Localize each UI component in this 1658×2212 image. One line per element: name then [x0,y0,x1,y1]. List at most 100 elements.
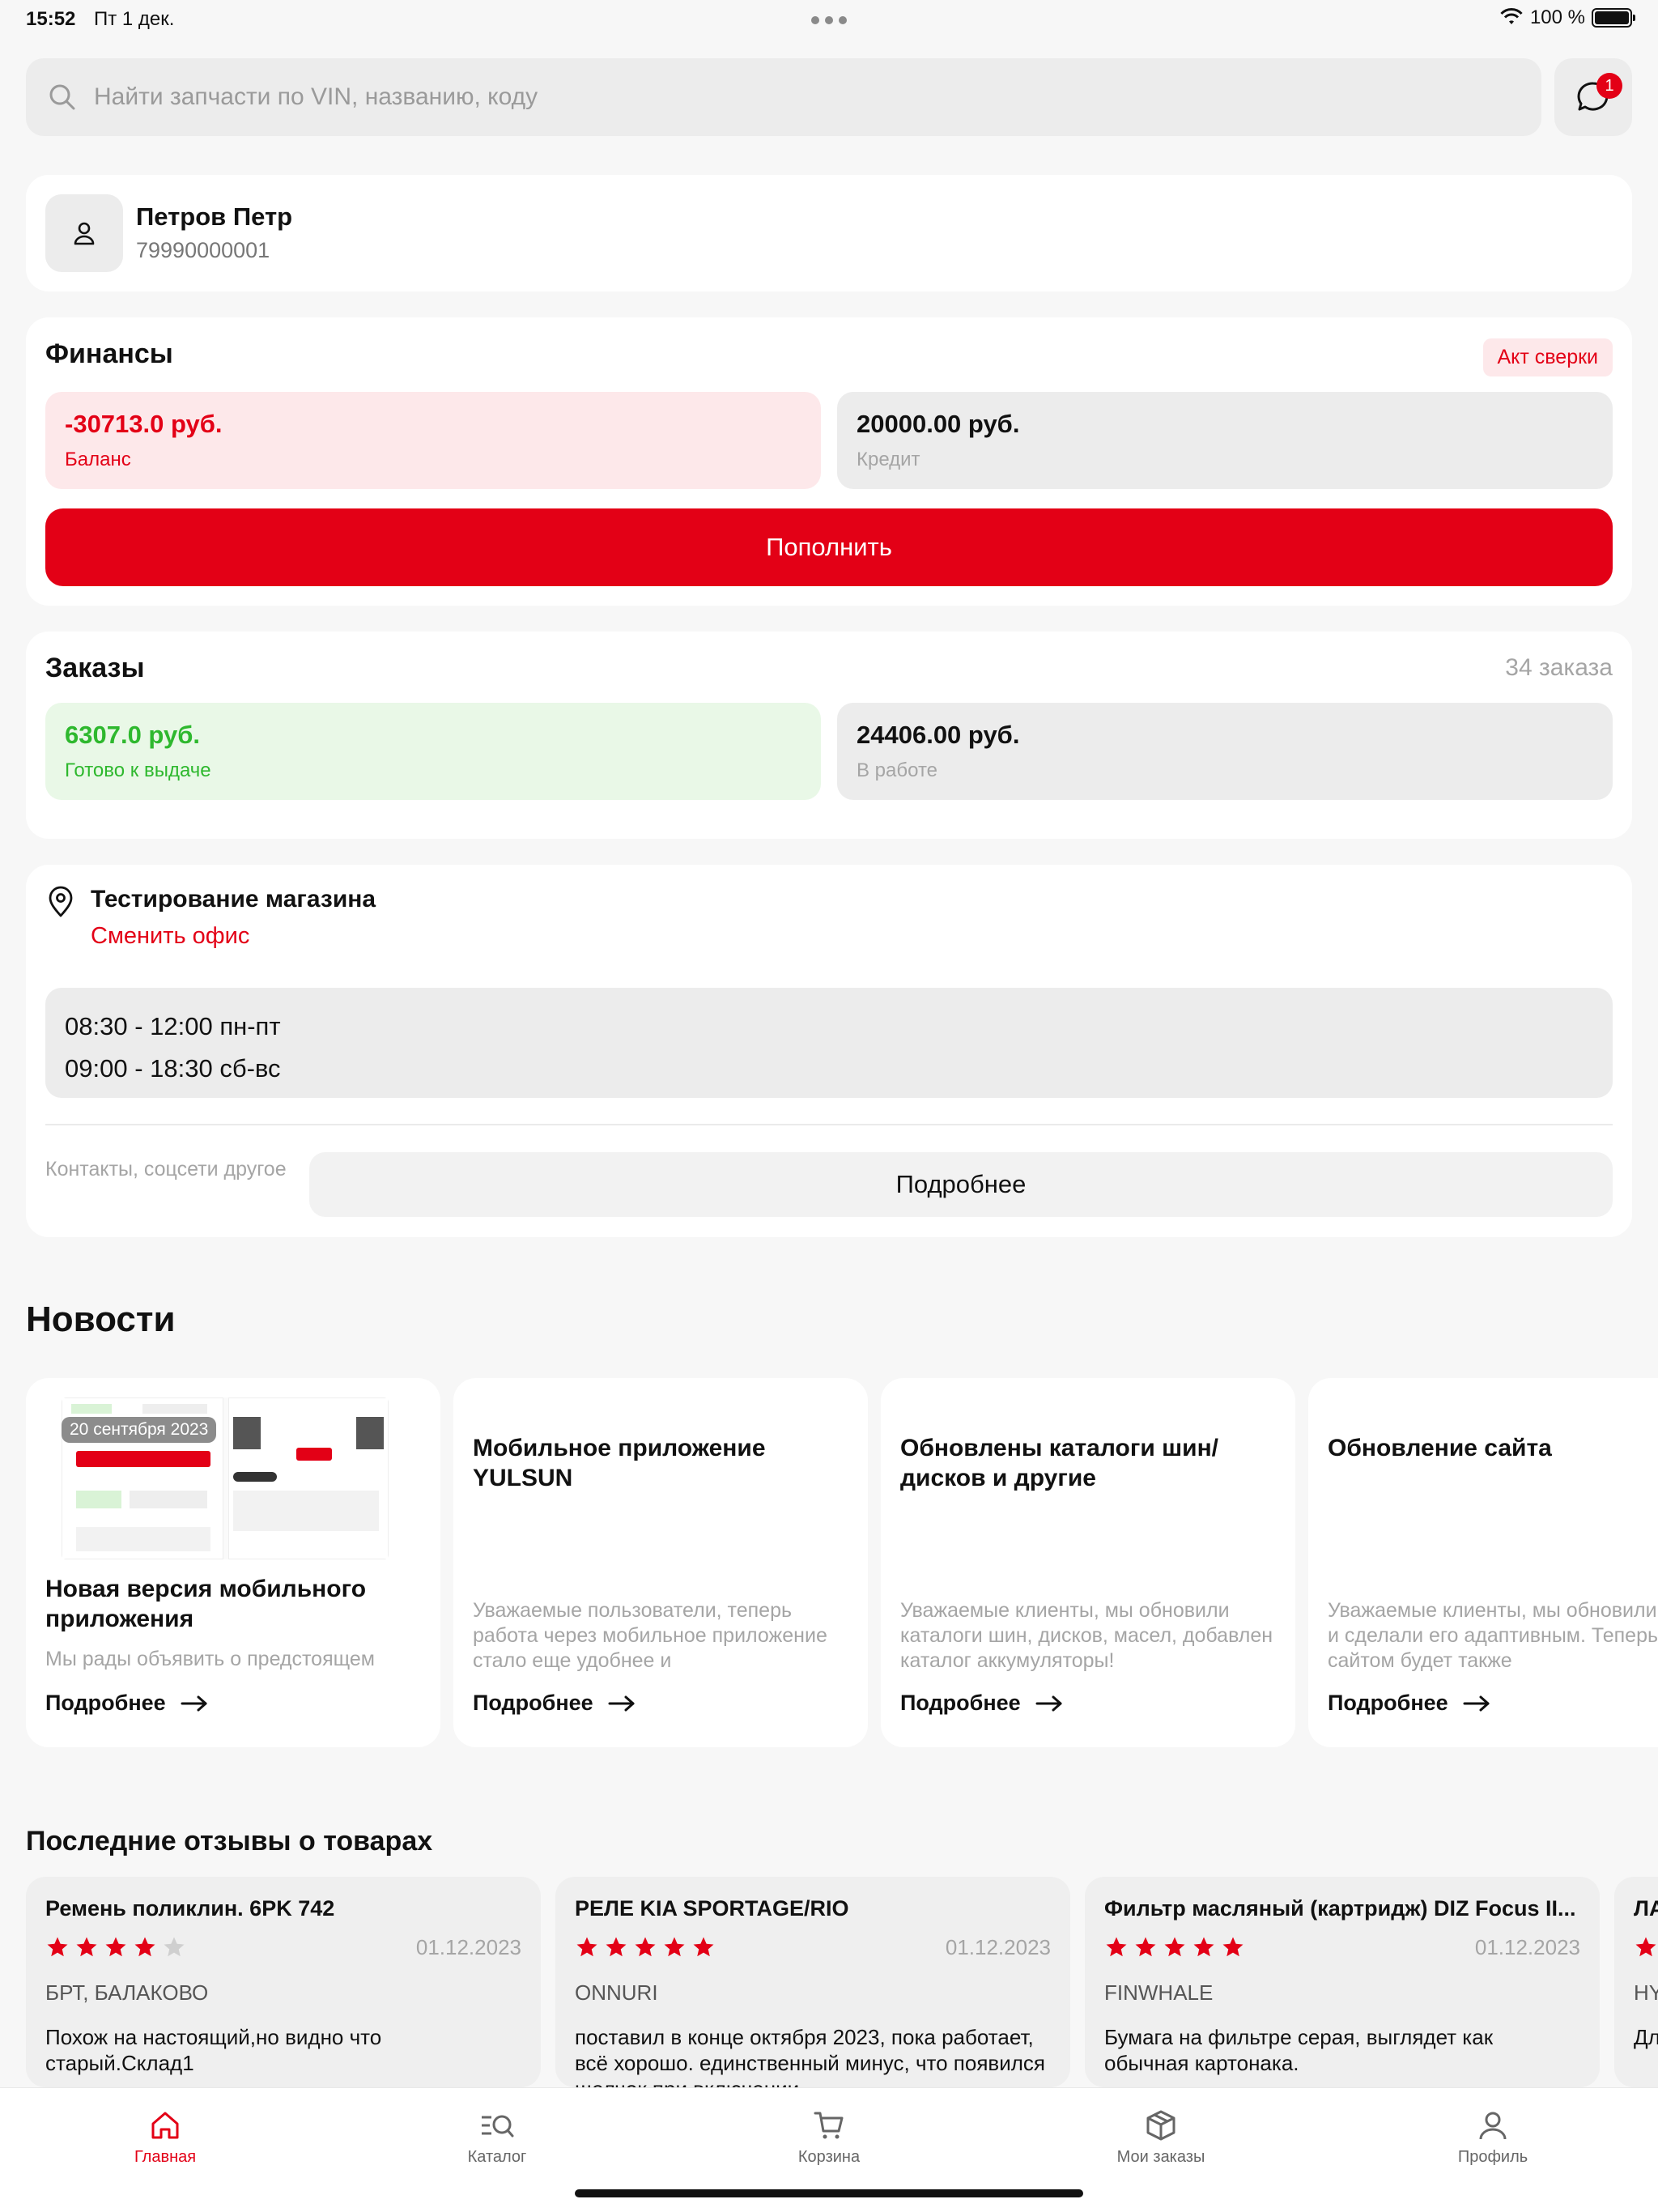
cart-icon [814,2112,844,2139]
finance-title: Финансы [45,338,173,369]
reviews-section-title: Последние отзывы о товарах [26,1826,433,1857]
review-text: Дл 20 [1634,2025,1658,2049]
star-icon [1222,1937,1244,1957]
news-title: Новая версия мобильного приложения [45,1576,367,1632]
star-icon [606,1937,627,1957]
news-excerpt: Мы рады объявить о предстоящем [45,1648,375,1670]
news-more-link[interactable]: Подробнее [45,1691,208,1716]
news-more-label: Подробнее [900,1691,1021,1715]
office-details-button[interactable]: Подробнее [309,1152,1613,1217]
office-card: Тестирование магазина Сменить офис 08:30… [26,865,1632,1237]
change-office-link[interactable]: Сменить офис [91,923,249,950]
hours-weekend: 09:00 - 18:30 сб-вс [65,1054,281,1083]
reviews-carousel[interactable]: Ремень поликлин. 6PK 742 01.12.2023 БРТ,… [26,1877,1658,2087]
divider [45,1124,1613,1125]
star-icon [576,1937,597,1957]
tab-label: Мои заказы [1116,2148,1205,2166]
search-icon [49,84,75,110]
tab-catalog[interactable]: Каталог [416,2106,578,2167]
topup-button[interactable]: Пополнить [45,508,1613,586]
review-brand: БРТ, БАЛАКОВО [45,1980,209,2005]
tab-label: Корзина [797,2148,861,2166]
news-card[interactable]: Обновлены каталоги шин/дисков и другие У… [881,1378,1295,1747]
news-more-label: Подробнее [473,1691,593,1715]
in-work-amount: 24406.00 руб. [857,721,1020,749]
star-icon [47,1937,68,1957]
notification-badge: 1 [1596,73,1622,99]
orders-card[interactable]: Заказы 34 заказа 6307.0 руб. Готово к вы… [26,632,1632,839]
rating-stars [1104,1935,1245,1959]
star-icon [664,1937,685,1957]
wifi-icon [1500,8,1523,24]
contacts-caption: Контакты, соцсети другое [45,1158,287,1180]
news-excerpt: Уважаемые клиенты, мы обновили сайт и сд… [1328,1599,1658,1672]
orders-count: 34 заказа [1505,654,1613,681]
news-excerpt: Уважаемые клиенты, мы обновили каталоги … [900,1599,1273,1672]
user-name: Петров Петр [136,202,293,231]
in-work-tile[interactable]: 24406.00 руб. В работе [837,703,1613,800]
ready-amount: 6307.0 руб. [65,721,200,749]
news-section-title: Новости [26,1300,176,1339]
rating-stars [575,1935,716,1959]
credit-label: Кредит [857,449,920,470]
tab-profile[interactable]: Профиль [1412,2106,1574,2167]
status-time: 15:52 [26,8,76,30]
review-card[interactable]: Фильтр масляный (картридж) DIZ Focus II.… [1085,1877,1600,2087]
review-text: Бумага на фильтре серая, выглядет как об… [1104,2025,1494,2075]
search-input[interactable] [94,83,1470,111]
chat-button[interactable]: 1 [1554,58,1632,136]
star-icon [693,1937,714,1957]
balance-label: Баланс [65,449,131,470]
news-card[interactable]: 20 сентября 2023 Новая версия мобильного… [26,1378,440,1747]
ready-tile[interactable]: 6307.0 руб. Готово к выдаче [45,703,821,800]
arrow-right-icon [1463,1695,1490,1711]
news-title: Мобильное приложение YULSUN [473,1435,766,1491]
news-more-link[interactable]: Подробнее [1328,1691,1490,1716]
tab-cart[interactable]: Корзина [748,2106,910,2167]
tab-label: Главная [134,2148,197,2166]
tab-home[interactable]: Главная [84,2106,246,2167]
tab-my-orders[interactable]: Мои заказы [1080,2106,1242,2167]
rating-stars [45,1935,186,1959]
avatar [45,194,123,272]
review-card[interactable]: ЛА HY Дл 20 [1614,1877,1658,2087]
review-product: ЛА [1634,1896,1658,1921]
news-title: Обновление сайта [1328,1435,1552,1461]
news-carousel[interactable]: 20 сентября 2023 Новая версия мобильного… [26,1378,1658,1749]
news-card[interactable]: Обновление сайта Уважаемые клиенты, мы о… [1308,1378,1658,1747]
hours-weekdays: 08:30 - 12:00 пн-пт [65,1012,281,1040]
news-card[interactable]: Мобильное приложение YULSUN Уважаемые по… [453,1378,868,1747]
search-bar[interactable] [26,58,1541,136]
credit-amount: 20000.00 руб. [857,410,1020,438]
star-icon [1164,1937,1185,1957]
status-date: Пт 1 дек. [94,8,175,30]
balance-tile: -30713.0 руб. Баланс [45,392,821,489]
review-card[interactable]: Ремень поликлин. 6PK 742 01.12.2023 БРТ,… [26,1877,541,2087]
review-date: 01.12.2023 [415,1935,521,1959]
catalog-search-icon [482,2115,514,2138]
home-indicator[interactable] [575,2189,1083,2197]
profile-icon [1479,2112,1507,2140]
review-brand: ONNURI [575,1980,658,2005]
user-icon [74,222,95,245]
news-more-link[interactable]: Подробнее [900,1691,1063,1716]
review-product: РЕЛЕ KIA SPORTAGE/RIO [575,1896,849,1921]
tab-label: Профиль [1457,2148,1528,2166]
user-card[interactable]: Петров Петр 79990000001 [26,175,1632,291]
news-excerpt: Уважаемые пользователи, теперь работа че… [473,1599,827,1672]
star-icon [134,1937,155,1957]
credit-tile: 20000.00 руб. Кредит [837,392,1613,489]
orders-title: Заказы [45,653,145,683]
box-icon [1146,2110,1175,2141]
office-name: Тестирование магазина [91,886,376,912]
multitasking-dots-icon[interactable] [811,16,847,24]
star-icon [76,1937,97,1957]
battery-percent: 100 % [1529,6,1585,28]
review-product: Ремень поликлин. 6PK 742 [45,1896,335,1921]
reconciliation-act-button[interactable]: Акт сверки [1482,338,1613,376]
status-bar: 15:52 Пт 1 дек. 100 % [0,0,1658,40]
review-card[interactable]: РЕЛЕ KIA SPORTAGE/RIO 01.12.2023 ONNURI … [555,1877,1070,2087]
review-date: 01.12.2023 [945,1935,1051,1959]
arrow-right-icon [181,1695,207,1711]
news-more-link[interactable]: Подробнее [473,1691,636,1716]
